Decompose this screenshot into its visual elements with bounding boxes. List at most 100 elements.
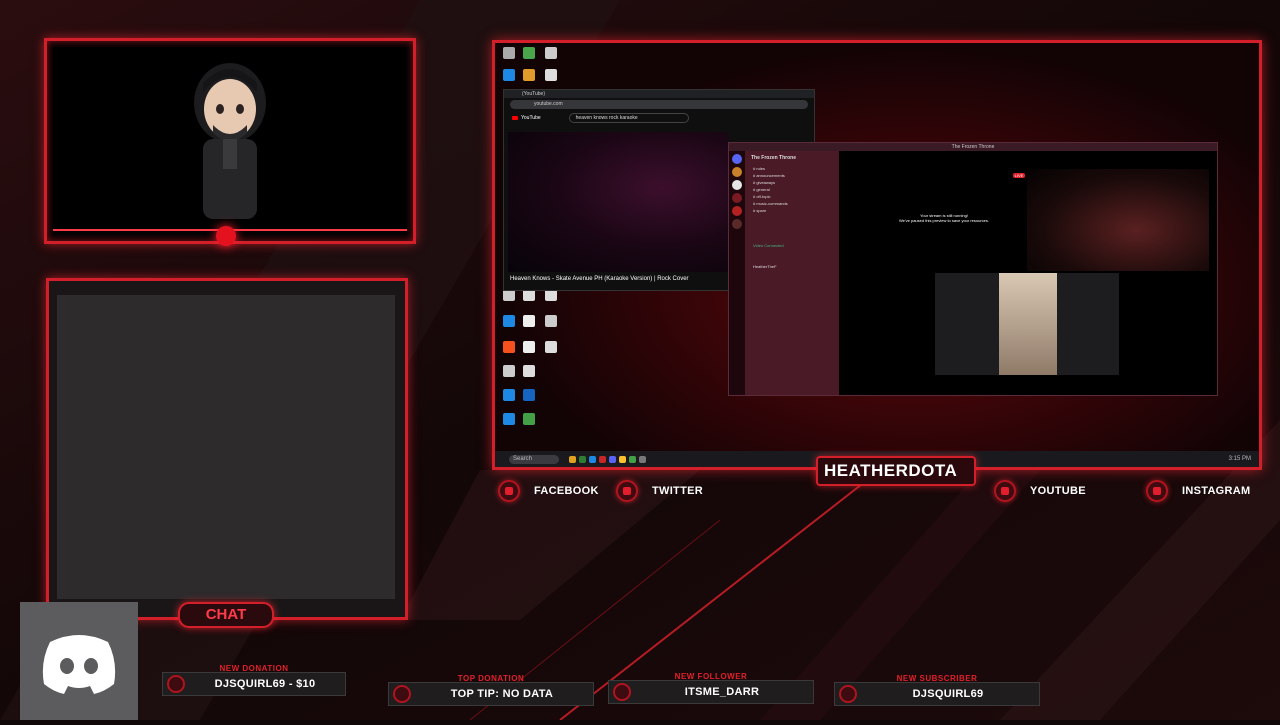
alert-new-donation: NEW DONATION DJSQUIRL69 - $10 [162, 664, 346, 696]
app-icon[interactable] [523, 69, 535, 81]
donation-icon [167, 675, 185, 693]
social-label: FACEBOOK [534, 485, 599, 497]
server-icon[interactable] [732, 167, 742, 177]
server-icon[interactable] [732, 154, 742, 164]
alert-value: TOP TIP: NO DATA [450, 688, 554, 700]
app-icon[interactable] [503, 315, 515, 327]
alert-new-subscriber: NEW SUBSCRIBER DJSQUIRL69 [834, 674, 1040, 706]
avatar-illustration [194, 63, 266, 219]
youtube-logo-icon[interactable] [512, 116, 518, 120]
alert-box: TOP TIP: NO DATA [388, 682, 594, 706]
social-facebook: FACEBOOK [498, 480, 599, 502]
app-icon[interactable] [503, 341, 515, 353]
social-youtube: YOUTUBE [994, 480, 1086, 502]
channel-item[interactable]: # spam [745, 207, 839, 214]
social-twitter: TWITTER [616, 480, 703, 502]
app-icon[interactable] [523, 315, 535, 327]
youtube-icon [994, 480, 1016, 502]
taskbar-clock[interactable]: 3:15 PM [1229, 456, 1251, 462]
desktop: (YouTube) youtube.com YouTube heaven kno… [495, 43, 1259, 451]
participant-video[interactable] [1027, 169, 1209, 271]
alert-label: NEW SUBSCRIBER [896, 674, 978, 683]
channel-list: The Frozen Throne # rules # announcement… [745, 151, 839, 395]
app-icon[interactable] [579, 455, 586, 463]
app-icon[interactable] [523, 389, 535, 401]
browser-tab[interactable]: (YouTube) [504, 90, 814, 98]
server-icon[interactable] [732, 219, 742, 229]
app-icon[interactable] [545, 315, 557, 327]
app-icon[interactable] [503, 365, 515, 377]
app-icon[interactable] [639, 455, 646, 463]
trophy-icon [393, 685, 411, 703]
app-icon[interactable] [503, 413, 515, 425]
video-player[interactable] [508, 132, 728, 272]
server-icon[interactable] [732, 206, 742, 216]
social-label: INSTAGRAM [1182, 485, 1251, 497]
server-rail [729, 151, 745, 395]
discord-logo-box [20, 602, 138, 720]
video-title[interactable]: Heaven Knows - Skate Avenue PH (Karaoke … [510, 276, 689, 282]
channel-item[interactable]: # giveaways [745, 179, 839, 186]
stream-message-body: We've paused this preview to save your r… [898, 218, 990, 223]
app-icon[interactable] [545, 69, 557, 81]
chat-area [57, 295, 395, 599]
star-icon [839, 685, 857, 703]
heart-icon [613, 683, 631, 701]
server-name[interactable]: The Frozen Throne [745, 151, 839, 165]
app-icon[interactable] [545, 341, 557, 353]
taskbar-search[interactable]: Search [509, 454, 559, 464]
discord-window[interactable]: The Frozen Throne The Frozen Throne # ru… [728, 142, 1218, 396]
voice-status: Video Connected [753, 243, 784, 248]
facebook-icon [498, 480, 520, 502]
alert-label: NEW DONATION [219, 664, 289, 673]
youtube-header: YouTube heaven knows rock karaoke [504, 111, 814, 125]
discord-titlebar: The Frozen Throne [729, 143, 1217, 151]
app-icon[interactable] [619, 455, 626, 463]
channel-item[interactable]: # announcements [745, 172, 839, 179]
live-badge: LIVE [1013, 173, 1025, 178]
channel-item[interactable]: # music-commands [745, 200, 839, 207]
camera-frame [44, 38, 416, 244]
alert-label: NEW FOLLOWER [674, 672, 748, 681]
app-icon[interactable] [523, 341, 535, 353]
address-bar[interactable]: youtube.com [510, 100, 808, 109]
app-icon[interactable] [523, 413, 535, 425]
stream-stage: Your stream is still running! We've paus… [839, 151, 1217, 395]
discord-icon[interactable] [609, 455, 616, 463]
app-icon[interactable] [589, 455, 596, 463]
instagram-icon [1146, 480, 1168, 502]
alert-box: DJSQUIRL69 - $10 [162, 672, 346, 696]
channel-item[interactable]: # off-topic [745, 193, 839, 200]
app-icon[interactable] [503, 389, 515, 401]
recycle-bin-icon[interactable] [503, 47, 515, 59]
channel-item[interactable]: # general [745, 186, 839, 193]
alert-box: DJSQUIRL69 [834, 682, 1040, 706]
user-panel-name[interactable]: HeatherTheF [745, 263, 839, 270]
stream-paused-message: Your stream is still running! We've paus… [879, 213, 1009, 223]
alert-value: ITSME_DARR [684, 686, 760, 698]
server-icon[interactable] [732, 180, 742, 190]
server-icon[interactable] [732, 193, 742, 203]
social-label: YOUTUBE [1030, 485, 1086, 497]
participant-feed [999, 273, 1057, 375]
chat-frame [46, 278, 408, 620]
social-label: TWITTER [652, 485, 703, 497]
app-icon[interactable] [523, 365, 535, 377]
alert-box: ITSME_DARR [608, 680, 814, 704]
alert-top-donation: TOP DONATION TOP TIP: NO DATA [388, 674, 594, 706]
alert-new-follower: NEW FOLLOWER ITSME_DARR [608, 672, 814, 704]
participant-video[interactable] [935, 273, 1119, 375]
youtube-search-input[interactable]: heaven knows rock karaoke [568, 113, 689, 123]
discord-icon [42, 635, 116, 694]
alert-label: TOP DONATION [457, 674, 525, 683]
camera-record-dot [216, 226, 236, 246]
channel-item[interactable]: # rules [745, 165, 839, 172]
app-icon[interactable] [523, 47, 535, 59]
app-icon[interactable] [599, 455, 606, 463]
camera-feed [53, 47, 407, 231]
app-icon[interactable] [569, 455, 576, 463]
app-icon[interactable] [629, 455, 636, 463]
app-icon[interactable] [545, 47, 557, 59]
app-icon[interactable] [503, 69, 515, 81]
alert-value: DJSQUIRL69 [912, 688, 984, 700]
